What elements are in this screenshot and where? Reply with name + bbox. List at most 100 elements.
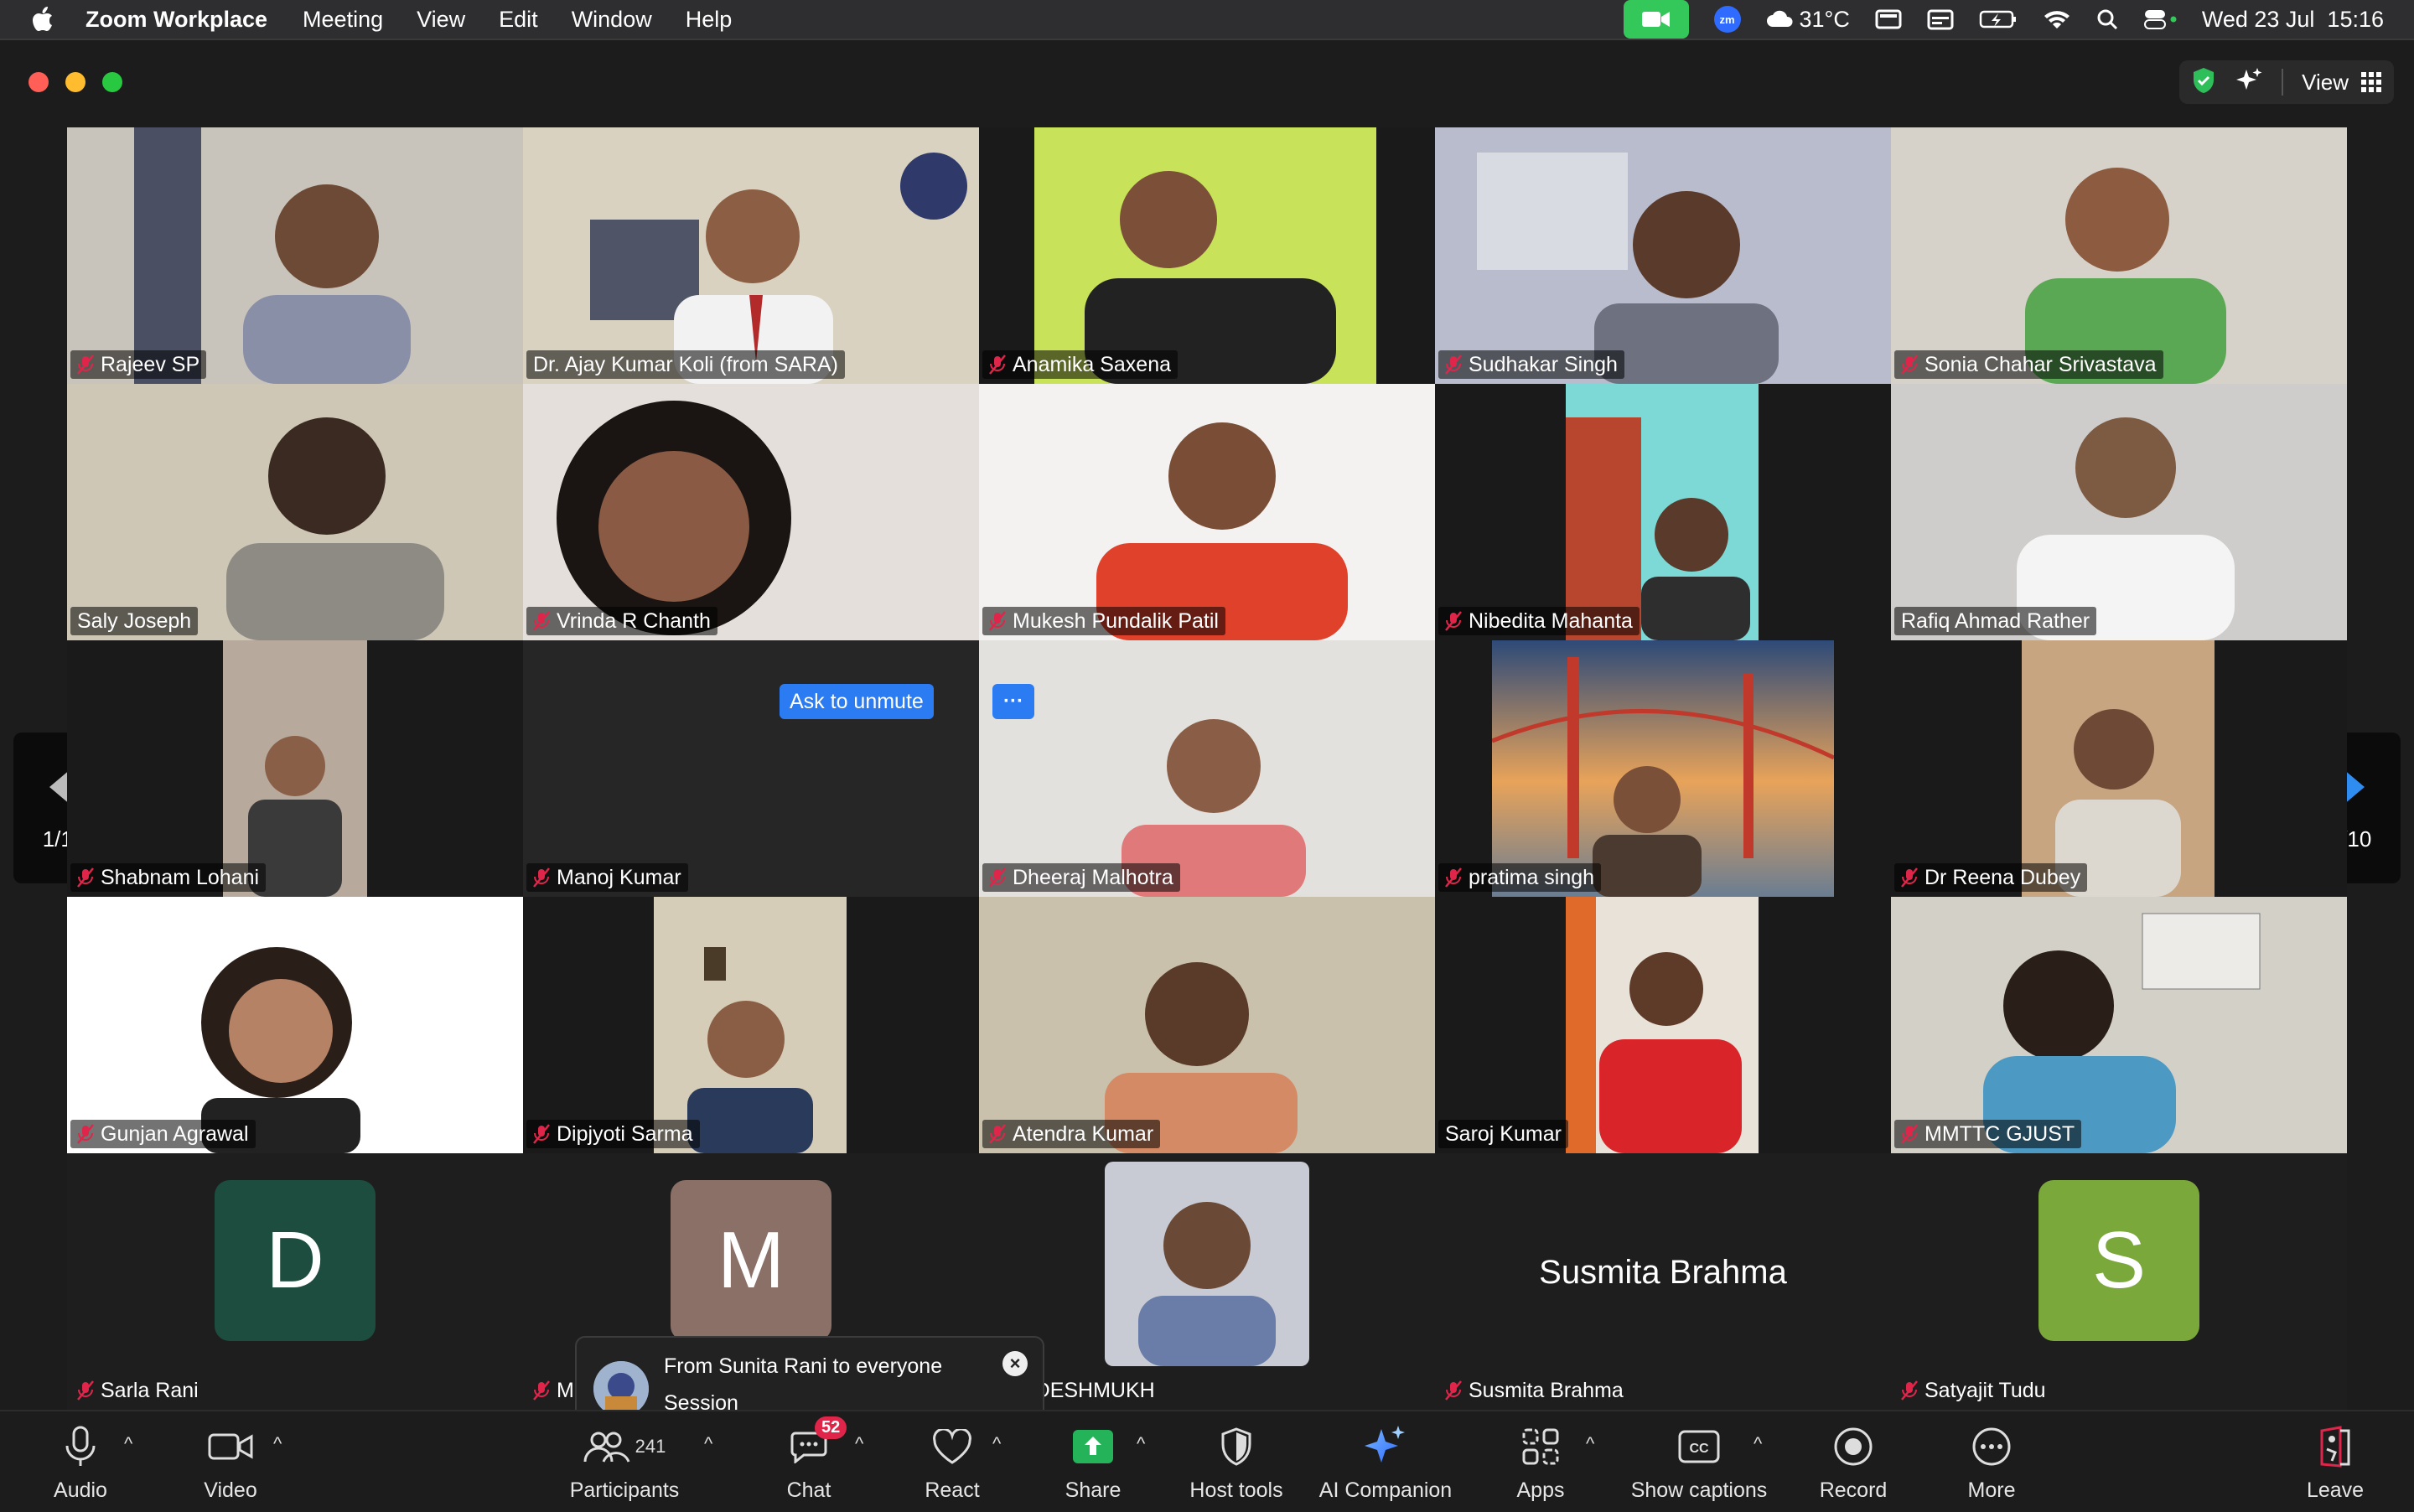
- video-tile[interactable]: S Satyajit Tudu: [1891, 1153, 2347, 1410]
- tile-more-options-button[interactable]: ···: [992, 684, 1034, 719]
- video-tile[interactable]: Rafiq Ahmad Rather: [1891, 384, 2347, 640]
- mic-muted-icon: [989, 1124, 1006, 1144]
- chat-options-caret[interactable]: ^: [855, 1433, 863, 1455]
- mic-muted-icon: [533, 611, 550, 631]
- menu-edit[interactable]: Edit: [499, 7, 538, 33]
- host-tools-button[interactable]: Host tools: [1182, 1411, 1291, 1512]
- participant-name-tag: Dipjyoti Sarma: [526, 1120, 700, 1148]
- participant-name: Manoj Kumar: [557, 865, 681, 889]
- chat-label: Chat: [786, 1478, 831, 1502]
- wifi-icon[interactable]: [2043, 8, 2071, 30]
- video-tile[interactable]: Gunjan Agrawal: [67, 897, 523, 1153]
- video-tile[interactable]: KUL DESHMUKH: [979, 1153, 1435, 1410]
- mic-muted-icon: [77, 1124, 94, 1144]
- video-tile[interactable]: Nibedita Mahanta: [1435, 384, 1891, 640]
- apple-icon[interactable]: [32, 7, 57, 32]
- mic-muted-icon: [77, 1380, 94, 1401]
- video-button[interactable]: Video: [193, 1411, 268, 1512]
- participants-button[interactable]: 241 Participants: [562, 1411, 687, 1512]
- react-button[interactable]: React: [917, 1411, 987, 1512]
- participant-name: Vrinda R Chanth: [557, 608, 711, 633]
- view-button[interactable]: View: [2302, 70, 2382, 96]
- apps-options-caret[interactable]: ^: [1586, 1433, 1594, 1455]
- video-tile[interactable]: Dheeraj Malhotra: [979, 640, 1435, 897]
- close-window-button[interactable]: [28, 72, 49, 92]
- video-tile[interactable]: Dr Reena Dubey: [1891, 640, 2347, 897]
- video-tile[interactable]: Saroj Kumar: [1435, 897, 1891, 1153]
- display-icon[interactable]: [1875, 9, 1902, 29]
- minimize-window-button[interactable]: [65, 72, 85, 92]
- video-tile[interactable]: D Sarla Rani: [67, 1153, 523, 1410]
- microphone-icon: [64, 1421, 97, 1472]
- encryption-shield-icon[interactable]: [2191, 66, 2216, 99]
- captions-options-caret[interactable]: ^: [1754, 1433, 1762, 1455]
- window-titlebar: View: [0, 40, 2414, 127]
- participant-video: [1435, 127, 1891, 384]
- mic-muted-icon: [77, 867, 94, 888]
- mic-muted-icon: [989, 611, 1006, 631]
- share-options-caret[interactable]: ^: [1137, 1433, 1145, 1455]
- camera-in-use-icon[interactable]: [1623, 0, 1689, 39]
- video-tile[interactable]: Dipjyoti Sarma: [523, 897, 979, 1153]
- menu-window[interactable]: Window: [572, 7, 652, 33]
- video-tile[interactable]: Rajeev SP: [67, 127, 523, 384]
- participant-name-tag: MMTTC GJUST: [1894, 1120, 2082, 1148]
- profile-photo: [1105, 1162, 1309, 1366]
- participants-options-caret[interactable]: ^: [704, 1433, 712, 1455]
- video-options-caret[interactable]: ^: [273, 1433, 282, 1455]
- menu-help[interactable]: Help: [686, 7, 733, 33]
- zoom-status-icon[interactable]: zm: [1713, 6, 1741, 33]
- ask-to-unmute-button[interactable]: Ask to unmute: [780, 684, 934, 719]
- video-tile[interactable]: Vrinda R Chanth: [523, 384, 979, 640]
- weather-cloud-icon[interactable]: 31°C: [1766, 7, 1850, 33]
- calendar-icon[interactable]: [1927, 8, 1954, 30]
- video-tile[interactable]: Shabnam Lohani: [67, 640, 523, 897]
- show-captions-button[interactable]: CC Show captions: [1629, 1411, 1769, 1512]
- menu-view[interactable]: View: [417, 7, 465, 33]
- closed-captions-icon: CC: [1678, 1421, 1720, 1472]
- participant-name-tag: Anamika Saxena: [982, 350, 1179, 379]
- participant-name: Dr Reena Dubey: [1924, 865, 2081, 889]
- apps-button[interactable]: Apps: [1509, 1411, 1572, 1512]
- spotlight-search-icon[interactable]: [2096, 8, 2118, 30]
- video-tile[interactable]: Manoj Kumar: [523, 640, 979, 897]
- share-button[interactable]: Share: [1058, 1411, 1128, 1512]
- menubar-app-name[interactable]: Zoom Workplace: [85, 7, 267, 33]
- active-speaker-tile[interactable]: Dr. Ajay Kumar Koli (from SARA): [523, 127, 979, 384]
- ai-sparkle-icon[interactable]: [2235, 66, 2263, 99]
- video-tile[interactable]: Susmita Brahma Susmita Brahma: [1435, 1153, 1891, 1410]
- video-tile[interactable]: Sudhakar Singh: [1435, 127, 1891, 384]
- react-options-caret[interactable]: ^: [992, 1433, 1001, 1455]
- control-center-icon[interactable]: [2143, 8, 2177, 30]
- participant-name: Saly Joseph: [77, 608, 192, 633]
- react-label: React: [925, 1478, 980, 1502]
- divider: [2282, 69, 2284, 96]
- video-tile[interactable]: MMTTC GJUST: [1891, 897, 2347, 1153]
- video-tile[interactable]: Mukesh Pundalik Patil: [979, 384, 1435, 640]
- audio-button[interactable]: Audio: [47, 1411, 114, 1512]
- participant-name-tag: Sonia Chahar Srivastava: [1894, 350, 2163, 379]
- video-tile[interactable]: Atendra Kumar: [979, 897, 1435, 1153]
- audio-options-caret[interactable]: ^: [124, 1433, 132, 1455]
- participant-name: Dheeraj Malhotra: [1013, 865, 1173, 889]
- participant-name-tag: Susmita Brahma: [1438, 1376, 1630, 1405]
- more-button[interactable]: More: [1956, 1411, 2027, 1512]
- leave-button[interactable]: Leave: [2302, 1411, 2369, 1512]
- video-tile[interactable]: pratima singh: [1435, 640, 1891, 897]
- video-tile[interactable]: Anamika Saxena: [979, 127, 1435, 384]
- battery-charging-icon[interactable]: [1979, 9, 2018, 29]
- more-label: More: [1967, 1478, 2016, 1502]
- menu-meeting[interactable]: Meeting: [303, 7, 383, 33]
- video-tile[interactable]: Saly Joseph: [67, 384, 523, 640]
- participant-display-name: Susmita Brahma: [1539, 1254, 1787, 1291]
- apps-grid-icon: [1521, 1421, 1560, 1472]
- menubar-clock[interactable]: Wed 23 Jul 15:16: [2202, 7, 2384, 33]
- fullscreen-window-button[interactable]: [102, 72, 122, 92]
- ai-companion-button[interactable]: AI Companion: [1318, 1411, 1453, 1512]
- participant-name-tag: Sudhakar Singh: [1438, 350, 1624, 379]
- video-tile[interactable]: Sonia Chahar Srivastava: [1891, 127, 2347, 384]
- record-button[interactable]: Record: [1816, 1411, 1891, 1512]
- zoom-meeting-window: View 1/10 1/10 Rajeev SP Dr. Ajay Kumar …: [0, 39, 2414, 1512]
- participants-icon: 241: [583, 1421, 666, 1472]
- close-toast-button[interactable]: ×: [1002, 1351, 1028, 1376]
